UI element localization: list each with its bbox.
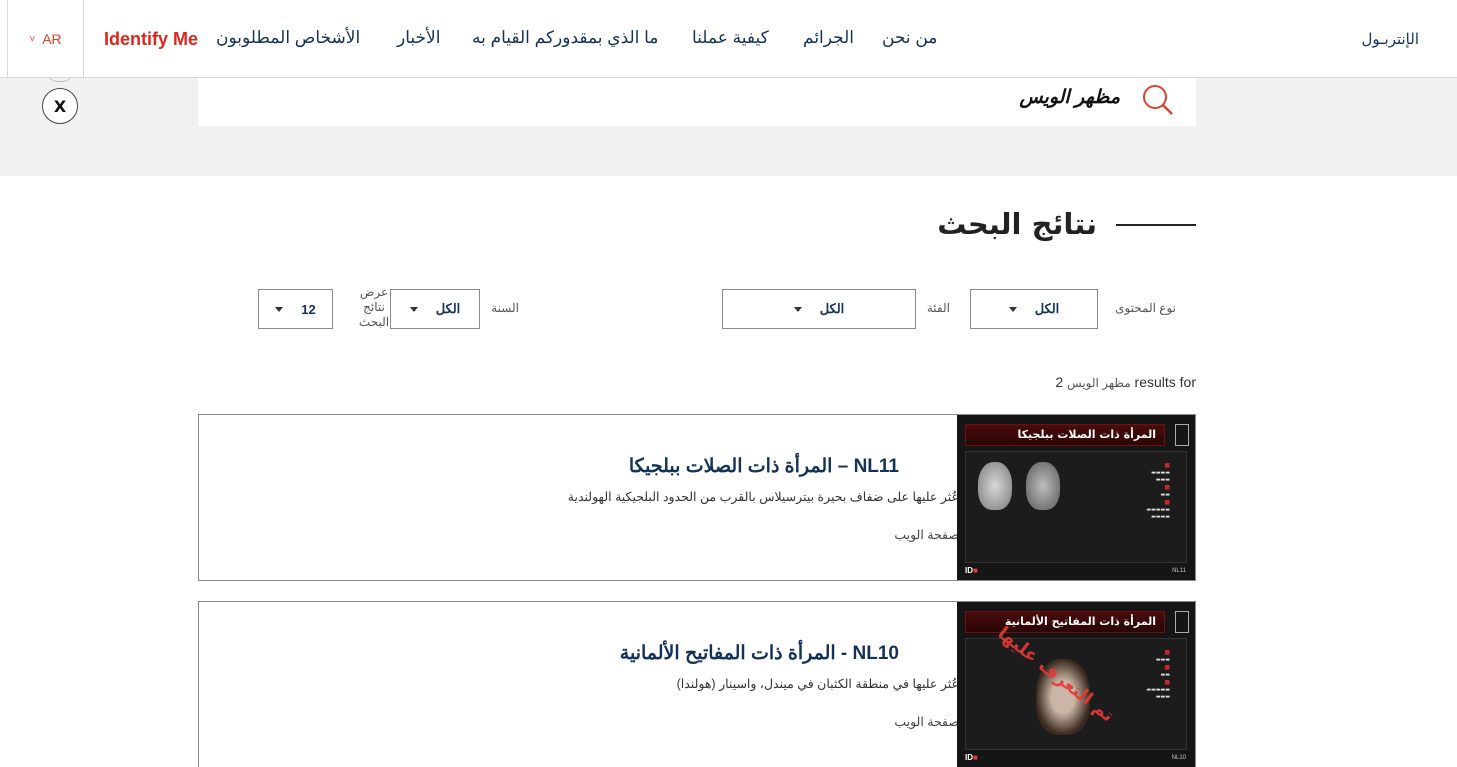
interpol-seal-icon: [1175, 424, 1189, 446]
thumbnail-code: NL10: [1171, 755, 1186, 761]
result-card[interactable]: NL10 - المرأة ذات المفاتيح الألمانية عُث…: [198, 601, 1196, 767]
language-selector[interactable]: ˅ AR: [7, 0, 84, 78]
top-navigation: ˅ AR Identify Me الأشخاص المطلوبون الأخب…: [0, 0, 1457, 78]
content-type-value: الكل: [1034, 301, 1060, 316]
identify-me-logo: ID■: [965, 753, 978, 762]
nav-item-what-you-can-do[interactable]: ما الذي بمقدوركم القيام به: [472, 28, 658, 48]
category-select[interactable]: الكل: [722, 289, 916, 329]
x-share-icon[interactable]: X: [42, 88, 78, 124]
interpol-logo[interactable]: الإنتربـول: [1361, 30, 1419, 48]
results-query: مظهر الويس: [1067, 376, 1131, 390]
face-reconstruction-3d: [1026, 462, 1060, 510]
thumbnail-title: المرأة ذات المفاتيح الألمانية: [965, 611, 1165, 633]
nav-item-news[interactable]: الأخبار: [397, 28, 440, 48]
page-title: نتائج البحث: [937, 207, 1097, 241]
nav-item-how-we-work[interactable]: كيفية عملنا: [692, 28, 769, 48]
dropdown-arrow-icon: [793, 306, 802, 312]
thumbnail-code: NL11: [1172, 568, 1186, 574]
year-value: الكل: [435, 301, 461, 316]
results-count: مظهر الويس 2 results for: [1055, 374, 1196, 390]
x-icon-glyph: X: [53, 96, 67, 116]
result-type: صفحة الويب: [894, 528, 959, 542]
nav-item-wanted[interactable]: الأشخاص المطلوبون: [216, 28, 360, 48]
content-type-label: نوع المحتوى: [1115, 301, 1176, 315]
nav-item-who-we-are[interactable]: من نحن: [882, 28, 937, 48]
language-label: AR: [42, 31, 62, 47]
dropdown-arrow-icon: [1008, 306, 1017, 312]
result-card[interactable]: NL11 – المرأة ذات الصلات ببلجيكا عُثر عل…: [198, 414, 1196, 581]
search-icon[interactable]: [1140, 82, 1174, 116]
result-type: صفحة الويب: [894, 715, 959, 729]
identify-me-logo: ID■: [965, 566, 978, 575]
nav-item-crimes[interactable]: الجرائم: [803, 28, 854, 48]
interpol-seal-icon: [1175, 611, 1189, 633]
result-thumbnail[interactable]: المرأة ذات الصلات ببلجيكا ■ ▬▬▬▬ ▬▬▬ ■ ▬▬ ■ ▬▬…: [957, 415, 1195, 580]
per-page-value: 12: [301, 301, 316, 317]
thumbnail-title: المرأة ذات الصلات ببلجيكا: [965, 424, 1165, 446]
result-description: عُثر عليها على ضفاف بحيرة بيترسيلاس بالق…: [567, 490, 959, 504]
thumbnail-details: ■ ▬▬▬▬ ▬▬▬ ■ ▬▬ ■ ▬▬▬▬▬ ▬▬▬▬: [1146, 462, 1170, 520]
year-select[interactable]: الكل: [390, 289, 480, 329]
category-label: الفئة: [926, 301, 950, 315]
dropdown-arrow-icon: [275, 306, 284, 312]
dropdown-arrow-icon: [409, 306, 418, 312]
result-title[interactable]: NL11 – المرأة ذات الصلات ببلجيكا: [629, 455, 899, 478]
thumbnail-details: ■ ▬▬▬ ■ ▬▬ ■ ▬▬▬▬▬ ▬▬▬: [1146, 649, 1170, 700]
year-label: السنة: [491, 301, 519, 315]
result-thumbnail[interactable]: المرأة ذات المفاتيح الألمانية ■ ▬▬▬ ■ ▬▬ ■ ▬▬…: [957, 602, 1195, 767]
content-type-select[interactable]: الكل: [970, 289, 1098, 329]
search-input[interactable]: مظهر الويس: [1019, 86, 1120, 109]
chevron-down-icon: ˅: [29, 33, 36, 45]
search-box[interactable]: مظهر الويس: [198, 78, 1196, 126]
category-value: الكل: [819, 301, 845, 316]
face-reconstruction-front: [978, 462, 1012, 510]
thumbnail-panel: ■ ▬▬▬▬ ▬▬▬ ■ ▬▬ ■ ▬▬▬▬▬ ▬▬▬▬: [965, 451, 1187, 563]
title-divider: [1116, 224, 1196, 226]
per-page-label: عرض نتائج البحث: [358, 285, 390, 329]
result-description: عُثر عليها في منطقة الكثبان في ميندل، وا…: [676, 677, 959, 691]
per-page-select[interactable]: 12: [258, 289, 333, 329]
identify-me-link[interactable]: Identify Me: [104, 29, 198, 50]
result-title[interactable]: NL10 - المرأة ذات المفاتيح الألمانية: [620, 642, 899, 665]
